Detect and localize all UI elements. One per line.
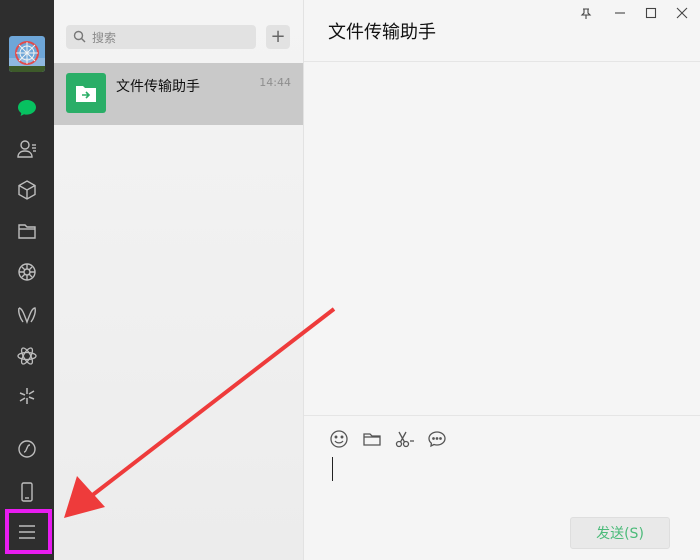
search-icon: [73, 30, 86, 43]
file-transfer-avatar: [66, 73, 106, 113]
close-icon[interactable]: [672, 4, 692, 22]
chat-history-icon[interactable]: [427, 429, 447, 449]
plus-icon: +: [270, 26, 286, 47]
chat-list-panel: + 文件传输助手 14:44: [54, 0, 304, 560]
pin-icon[interactable]: [576, 4, 596, 22]
scissors-icon[interactable]: [394, 429, 416, 449]
chat-list-item-time: 14:44: [259, 76, 291, 89]
mini-program-panel-icon[interactable]: [11, 433, 43, 465]
contacts-icon[interactable]: [11, 133, 43, 165]
message-area: [304, 62, 700, 415]
chat-icon[interactable]: [11, 92, 43, 124]
moments-icon[interactable]: [11, 256, 43, 288]
chat-list-item[interactable]: 文件传输助手 14:44: [54, 63, 303, 125]
composer: 发送(S): [304, 415, 700, 560]
emoji-icon[interactable]: [329, 429, 349, 449]
text-input-caret[interactable]: [332, 457, 333, 481]
maximize-icon[interactable]: [641, 4, 661, 22]
files-icon[interactable]: [11, 215, 43, 247]
send-button[interactable]: 发送(S): [570, 517, 670, 549]
avatar[interactable]: [9, 36, 45, 72]
menu-highlight-box: [5, 509, 52, 554]
chat-pane: 文件传输助手 发送(S): [304, 0, 700, 560]
favorites-icon[interactable]: [11, 174, 43, 206]
add-chat-button[interactable]: +: [266, 25, 290, 49]
chat-list-item-name: 文件传输助手: [116, 79, 200, 95]
mini-programs-icon[interactable]: [11, 340, 43, 372]
search-box[interactable]: [66, 25, 256, 49]
minimize-icon[interactable]: [610, 4, 630, 22]
folder-transfer-icon: [76, 86, 96, 102]
search-input[interactable]: [90, 28, 254, 48]
sidebar: [0, 0, 54, 560]
chat-header: 文件传输助手: [304, 0, 700, 62]
phone-icon[interactable]: [11, 476, 43, 508]
chat-title: 文件传输助手: [328, 22, 436, 43]
folder-icon[interactable]: [362, 429, 382, 449]
channels-icon[interactable]: [11, 299, 43, 331]
search-discover-icon[interactable]: [11, 380, 43, 412]
